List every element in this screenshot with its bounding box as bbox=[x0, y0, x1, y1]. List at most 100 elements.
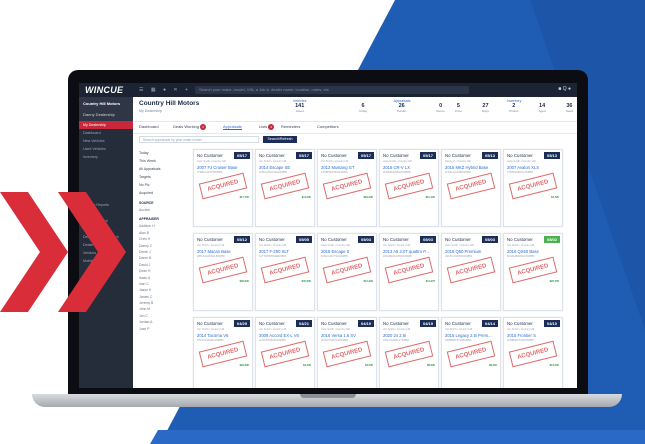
top-bar: WINCUE ☰ ▦ ● ✕ + Search your make, model… bbox=[79, 83, 577, 97]
appraisal-card[interactable]: No Customer 04/19 Jim Smith • Country Hill… bbox=[379, 317, 439, 388]
sidebar-dealer-name: Country Hill Motors bbox=[83, 101, 121, 106]
card-vehicle-link[interactable]: 2017 F-250 XLT bbox=[259, 249, 313, 254]
main-content: Country Hill Motors My Dealership Vehicl… bbox=[133, 97, 577, 388]
card-vehicle-link[interactable]: 2015 Legacy 2.5i Prem... bbox=[445, 333, 499, 338]
appraisal-card[interactable]: No Customer 05/03 Jane Smith • Country Hil… bbox=[317, 233, 377, 311]
card-vehicle-link[interactable]: 2016 QX60 Base bbox=[507, 249, 561, 254]
appraisal-card[interactable]: No Customer 05/03 Jim Smith • Country Hill… bbox=[379, 233, 439, 311]
appraisal-card[interactable]: No Customer 05/13 Danny Z • Country Hill 20… bbox=[441, 149, 501, 227]
card-vin: 1HGCP36818A033856 bbox=[259, 339, 286, 342]
card-price: $15,125 bbox=[425, 195, 435, 199]
vehicles-stats[interactable]: Vehicles 141 Listed bbox=[293, 99, 306, 113]
tab-deals-working[interactable]: Deals Working 3 bbox=[173, 124, 206, 130]
stat-item[interactable]: 0 Recon bbox=[436, 103, 445, 113]
stat-item[interactable]: 26 Pendin bbox=[397, 103, 406, 113]
tab-bar: Dashboard Deals Working 3 Appraisals Lists 2 R… bbox=[133, 122, 577, 134]
appraisal-card[interactable]: No Customer 05/17 Jane Smith • Country Hil… bbox=[379, 149, 439, 227]
sidebar-dealer-selector[interactable]: Danny Dealership bbox=[83, 112, 129, 117]
card-date-badge: 05/17 bbox=[420, 152, 436, 159]
card-vehicle-link[interactable]: 2020 24 2.5i bbox=[383, 333, 437, 338]
search-refresh-button[interactable]: Search/Refresh bbox=[263, 136, 297, 143]
card-price: $10,050 bbox=[549, 363, 559, 367]
card-customer: No Customer bbox=[383, 237, 409, 242]
card-vehicle-link[interactable]: 2014 Tacoma V6 bbox=[197, 333, 251, 338]
appraiser-filter[interactable]: Jose P bbox=[139, 326, 189, 332]
tab-appraisals[interactable]: Appraisals bbox=[223, 124, 242, 130]
stat-item[interactable]: 5 Price bbox=[455, 103, 462, 113]
card-vin: 5N1AL0MM4GC533856 bbox=[507, 255, 535, 258]
card-price: $39,000 bbox=[239, 279, 249, 283]
card-date-badge: 05/12 bbox=[234, 236, 250, 243]
wincue-logo[interactable]: WINCUE bbox=[85, 85, 123, 95]
card-customer: No Customer bbox=[507, 237, 533, 242]
stat-item[interactable]: 6 Today bbox=[359, 103, 367, 113]
page-subtitle: My Dealership bbox=[139, 109, 162, 113]
tab-label: Appraisals bbox=[223, 124, 242, 129]
appraisal-card[interactable]: No Customer 05/02 Jim Smith • Country Hill… bbox=[503, 233, 563, 311]
card-vehicle-link[interactable]: 2007 Avalon XLS bbox=[507, 165, 561, 170]
sidebar-item[interactable] bbox=[79, 161, 133, 169]
appraisal-card[interactable]: No Customer 04/19 Jane Smith • Country Hil… bbox=[317, 317, 377, 388]
stat-item[interactable]: 14 Aged bbox=[539, 103, 546, 113]
appraisal-card[interactable]: No Customer 04/10 Jim Smith • Country Hill… bbox=[503, 317, 563, 388]
card-vehicle-link[interactable]: 2016 CR-V LX bbox=[383, 165, 437, 170]
card-vehicle-link[interactable]: 2008 Accord EX-L V6 bbox=[259, 333, 313, 338]
appraisal-card[interactable]: No Customer 05/13 Jane Smith • Country Hil… bbox=[503, 149, 563, 227]
laptop-notch bbox=[300, 394, 356, 398]
card-vin: 1FT7W2BT8HEB33856 bbox=[259, 255, 287, 258]
tab-lists[interactable]: Lists 2 bbox=[259, 124, 275, 130]
status-filter[interactable]: No Pic bbox=[139, 181, 189, 189]
appraisal-card[interactable]: No Customer 05/17 Jim Smith • Country Hill… bbox=[317, 149, 377, 227]
stat-item[interactable]: 2 Photos bbox=[509, 103, 518, 113]
sidebar-item[interactable]: Used Vehicles bbox=[79, 145, 133, 153]
sidebar-item[interactable] bbox=[79, 169, 133, 177]
sidebar-item[interactable]: New Vehicles bbox=[79, 137, 133, 145]
tab-reminders[interactable]: Reminders bbox=[281, 124, 300, 129]
card-customer: No Customer bbox=[259, 153, 285, 158]
card-vehicle-link[interactable]: 2017 Macan Base bbox=[197, 249, 251, 254]
card-vehicle-link[interactable]: 2013 A5 2.0T quattro P... bbox=[383, 249, 437, 254]
card-vin: 1ZVBP8CF6D5233856 bbox=[321, 171, 348, 174]
appraisal-card[interactable]: No Customer 04/21 Jim Smith • Country Hill… bbox=[255, 317, 315, 388]
appraisal-card[interactable]: No Customer 05/05 Jim Smith • Country Hill… bbox=[255, 233, 315, 311]
status-filter[interactable]: Today bbox=[139, 149, 189, 157]
stat-item[interactable]: 27 Days bbox=[482, 103, 489, 113]
appraisal-search-input[interactable]: Search appraisals by year make model bbox=[139, 136, 259, 143]
sidebar-item[interactable]: Inventory bbox=[79, 153, 133, 161]
user-menu-icon[interactable]: ■ Q ● bbox=[558, 86, 571, 92]
tab-dashboard[interactable]: Dashboard bbox=[139, 124, 159, 129]
appraisal-card[interactable]: No Customer 04/29 Jim Smith • Country Hill… bbox=[193, 317, 253, 388]
appraisal-card[interactable]: No Customer 05/12 Jim Smith • Country Hill… bbox=[193, 233, 253, 311]
appraisal-card[interactable]: No Customer 05/17 Jim Smith • Country Hill… bbox=[255, 149, 315, 227]
stat-item[interactable]: 36 Need bbox=[566, 103, 573, 113]
card-vehicle-link[interactable]: 2013 Mustang GT bbox=[321, 165, 375, 170]
card-vehicle-link[interactable]: 2015 Frontier S bbox=[507, 333, 561, 338]
card-appraiser: Jim Smith • Country Hill bbox=[197, 328, 225, 331]
card-appraiser: Jane Smith • Country Hill bbox=[445, 244, 474, 247]
card-vehicle-link[interactable]: 2015 Q50 Premium bbox=[445, 249, 499, 254]
card-price: $12,200 bbox=[363, 279, 373, 283]
card-appraiser: Jim Smith • Country Hill bbox=[507, 244, 535, 247]
card-date-badge: 05/02 bbox=[544, 236, 560, 243]
sidebar-item[interactable]: My Dealership bbox=[79, 121, 133, 129]
card-vehicle-link[interactable]: 2018 Escape S bbox=[321, 249, 375, 254]
card-price: $8,590 bbox=[427, 363, 435, 367]
card-vehicle-link[interactable]: 2007 FJ Cruiser Base bbox=[197, 165, 251, 170]
card-vehicle-link[interactable]: 2014 Escape SE bbox=[259, 165, 313, 170]
appraisal-card[interactable]: No Customer 04/14 Jim Smith • Country Hill… bbox=[441, 317, 501, 388]
card-date-badge: 04/21 bbox=[296, 320, 312, 327]
status-filter[interactable]: All Appraisals bbox=[139, 165, 189, 173]
appraisal-card[interactable]: No Customer 05/03 Jane Smith • Country Hil… bbox=[441, 233, 501, 311]
toolbar-icons[interactable]: ☰ ▦ ● ✕ + bbox=[139, 87, 191, 93]
sidebar-item[interactable] bbox=[79, 177, 133, 185]
sidebar-dealer-header: Country Hill Motors Danny Dealership bbox=[79, 97, 133, 121]
status-filter[interactable]: Targets bbox=[139, 173, 189, 181]
tab-competitors[interactable]: Competitors bbox=[317, 124, 339, 129]
card-vehicle-link[interactable]: 2016 Versa 1.6 SV bbox=[321, 333, 375, 338]
dashboard-header: Country Hill Motors My Dealership Vehicl… bbox=[133, 97, 577, 122]
status-filter[interactable]: This Week bbox=[139, 157, 189, 165]
sidebar-item[interactable]: Dashboard bbox=[79, 129, 133, 137]
appraisal-card[interactable]: No Customer 05/17 Jane Smith • Country Hil… bbox=[193, 149, 253, 227]
card-vehicle-link[interactable]: 2015 MKZ Hybrid Base bbox=[445, 165, 499, 170]
global-search-input[interactable]: Search your make, model, VIN, a Job #, d… bbox=[195, 86, 469, 94]
